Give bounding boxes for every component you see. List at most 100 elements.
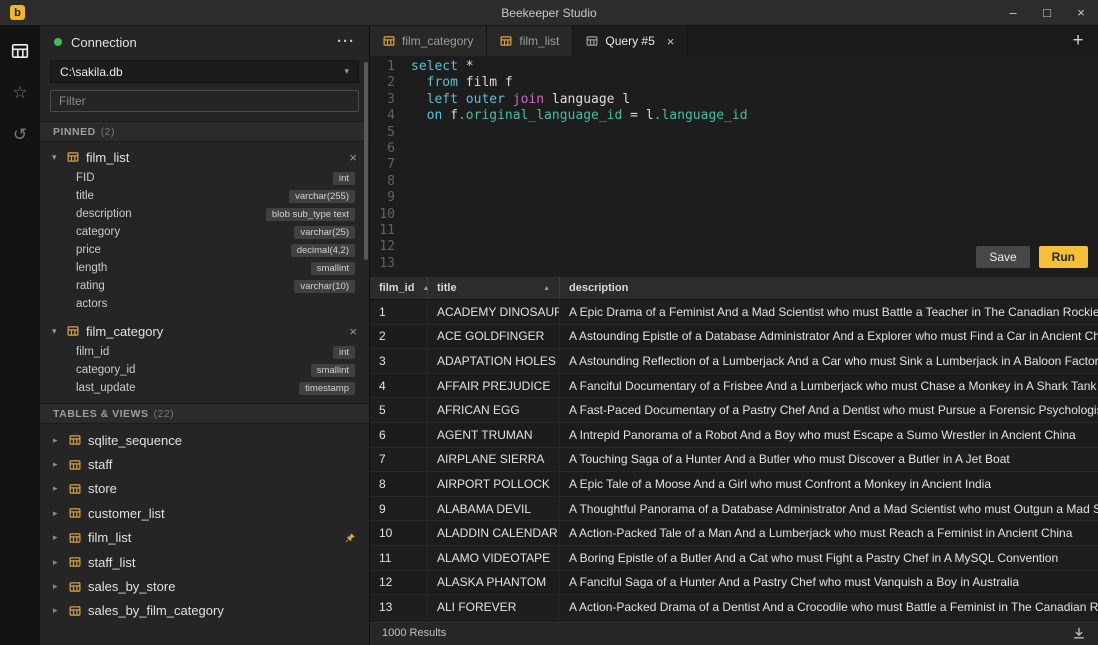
database-select[interactable]: C:\sakila.db ▾ — [50, 60, 359, 83]
code-token: f — [442, 108, 458, 123]
table-icon — [69, 556, 81, 568]
table-list-item-sales-by-store[interactable]: ▸sales_by_store — [40, 574, 369, 598]
chevron-right-icon[interactable]: ▸ — [53, 532, 69, 543]
run-button[interactable]: Run — [1039, 246, 1088, 268]
cell-title: AFRICAN EGG — [428, 398, 560, 422]
pinned-table-film-category[interactable]: ▾ film_category× — [40, 319, 369, 343]
minimize-icon[interactable]: – — [996, 0, 1030, 25]
save-button[interactable]: Save — [976, 246, 1029, 268]
table-row[interactable]: 8AIRPORT POLLOCKA Epic Tale of a Moose A… — [370, 472, 1098, 497]
code-token: * — [458, 59, 474, 74]
chevron-down-icon[interactable]: ▾ — [52, 152, 67, 163]
sql-editor[interactable]: 12345678910111213 select * from film f l… — [370, 56, 1098, 277]
line-number: 9 — [370, 190, 395, 206]
table-row[interactable]: 9ALABAMA DEVILA Thoughtful Panorama of a… — [370, 497, 1098, 522]
sidebar-scrollbar[interactable] — [364, 62, 368, 260]
maximize-icon[interactable]: □ — [1030, 0, 1064, 25]
code-token — [411, 239, 419, 254]
filter-input[interactable] — [50, 90, 359, 112]
history-icon[interactable]: ↺ — [9, 124, 31, 146]
table-row[interactable]: 1ACADEMY DINOSAURA Epic Drama of a Femin… — [370, 300, 1098, 325]
chevron-down-icon[interactable]: ▾ — [52, 326, 67, 337]
column-header-label: film_id — [379, 282, 414, 294]
editor-code[interactable]: select * from film f left outer join lan… — [402, 59, 1098, 277]
tables-list: ▸sqlite_sequence▸staff▸store▸customer_li… — [40, 424, 369, 623]
table-name: film_category — [86, 324, 349, 339]
line-number: 1 — [370, 59, 395, 75]
chevron-right-icon[interactable]: ▸ — [53, 605, 69, 616]
table-row[interactable]: 2ACE GOLDFINGERA Astounding Epistle of a… — [370, 325, 1098, 350]
code-token — [411, 157, 419, 172]
column-name: category — [76, 226, 120, 238]
tab-query-5[interactable]: Query #5× — [573, 26, 688, 56]
chevron-right-icon[interactable]: ▸ — [53, 483, 69, 494]
tables-section-header[interactable]: TABLES & VIEWS (22) — [40, 403, 369, 424]
pinned-section-header[interactable]: PINNED (2) — [40, 121, 369, 142]
close-window-icon[interactable]: × — [1064, 0, 1098, 25]
column-header-film-id[interactable]: film_id ▲ — [370, 277, 428, 299]
code-token: .original_language_id — [458, 108, 622, 123]
tab-film-category[interactable]: film_category — [370, 26, 487, 56]
code-token — [411, 207, 419, 222]
table-row[interactable]: 6AGENT TRUMANA Intrepid Panorama of a Ro… — [370, 423, 1098, 448]
table-list-item-film-list[interactable]: ▸film_list — [40, 526, 369, 550]
table-list-item-customer-list[interactable]: ▸customer_list — [40, 501, 369, 525]
favorites-star-icon[interactable]: ☆ — [9, 82, 31, 104]
table-icon — [67, 325, 79, 337]
connection-menu-icon[interactable]: ··· — [337, 37, 355, 47]
table-list-item-sales-by-film-category[interactable]: ▸sales_by_film_category — [40, 599, 369, 623]
table-row[interactable]: 11ALAMO VIDEOTAPEA Boring Epistle of a B… — [370, 546, 1098, 571]
table-row[interactable]: 5AFRICAN EGGA Fast-Paced Documentary of … — [370, 398, 1098, 423]
download-results-icon[interactable] — [1072, 626, 1086, 640]
column-type-badge: varchar(255) — [289, 190, 355, 203]
table-row[interactable]: 7AIRPLANE SIERRAA Touching Saga of a Hun… — [370, 448, 1098, 473]
cell-film-id: 9 — [370, 497, 428, 521]
cell-film-id: 6 — [370, 423, 428, 447]
title-bar: b Beekeeper Studio – □ × — [0, 0, 1098, 26]
table-list-item-store[interactable]: ▸store — [40, 477, 369, 501]
cell-film-id: 5 — [370, 398, 428, 422]
line-number: 2 — [370, 75, 395, 91]
table-list-item-staff-list[interactable]: ▸staff_list — [40, 550, 369, 574]
pin-icon[interactable] — [344, 532, 356, 544]
unpin-close-icon[interactable]: × — [349, 150, 357, 165]
table-list-item-staff[interactable]: ▸staff — [40, 452, 369, 476]
column-row: lengthsmallint — [40, 259, 369, 277]
column-type-badge: timestamp — [299, 382, 355, 395]
tab-film-list[interactable]: film_list — [487, 26, 573, 56]
code-token: on — [427, 108, 443, 123]
database-select-value: C:\sakila.db — [60, 65, 123, 79]
column-header-description[interactable]: description — [560, 277, 1098, 299]
column-row: category_idsmallint — [40, 361, 369, 379]
table-row[interactable]: 4AFFAIR PREJUDICEA Fanciful Documentary … — [370, 374, 1098, 399]
column-header-title[interactable]: title ▲ — [428, 277, 560, 299]
table-icon — [69, 532, 81, 544]
cell-title: ALI FOREVER — [428, 595, 560, 619]
table-row[interactable]: 12ALASKA PHANTOMA Fanciful Saga of a Hun… — [370, 571, 1098, 596]
chevron-right-icon[interactable]: ▸ — [53, 557, 69, 568]
table-row[interactable]: 10ALADDIN CALENDARA Action-Packed Tale o… — [370, 521, 1098, 546]
chevron-right-icon[interactable]: ▸ — [53, 459, 69, 470]
sort-asc-icon[interactable]: ▲ — [535, 285, 550, 292]
table-row[interactable]: 3ADAPTATION HOLESA Astounding Reflection… — [370, 349, 1098, 374]
line-number: 12 — [370, 239, 395, 255]
chevron-right-icon[interactable]: ▸ — [53, 435, 69, 446]
chevron-right-icon[interactable]: ▸ — [53, 581, 69, 592]
table-list-item-sqlite-sequence[interactable]: ▸sqlite_sequence — [40, 428, 369, 452]
table-row[interactable]: 13ALI FOREVERA Action-Packed Drama of a … — [370, 595, 1098, 620]
editor-actions: Save Run — [976, 246, 1088, 268]
column-name: FID — [76, 172, 95, 184]
column-type-badge: smallint — [311, 262, 355, 275]
tables-rail-icon[interactable] — [9, 40, 31, 62]
line-number: 8 — [370, 174, 395, 190]
chevron-right-icon[interactable]: ▸ — [53, 508, 69, 519]
connection-header: Connection ··· — [40, 26, 369, 58]
line-number: 5 — [370, 125, 395, 141]
unpin-close-icon[interactable]: × — [349, 324, 357, 339]
new-tab-button[interactable]: + — [1058, 26, 1098, 56]
cell-description: A Epic Drama of a Feminist And a Mad Sci… — [560, 300, 1098, 324]
column-type-badge: decimal(4,2) — [291, 244, 355, 257]
pinned-table-film-list[interactable]: ▾film_list× — [40, 145, 369, 169]
column-type-badge: int — [333, 172, 355, 185]
close-tab-icon[interactable]: × — [667, 34, 675, 49]
